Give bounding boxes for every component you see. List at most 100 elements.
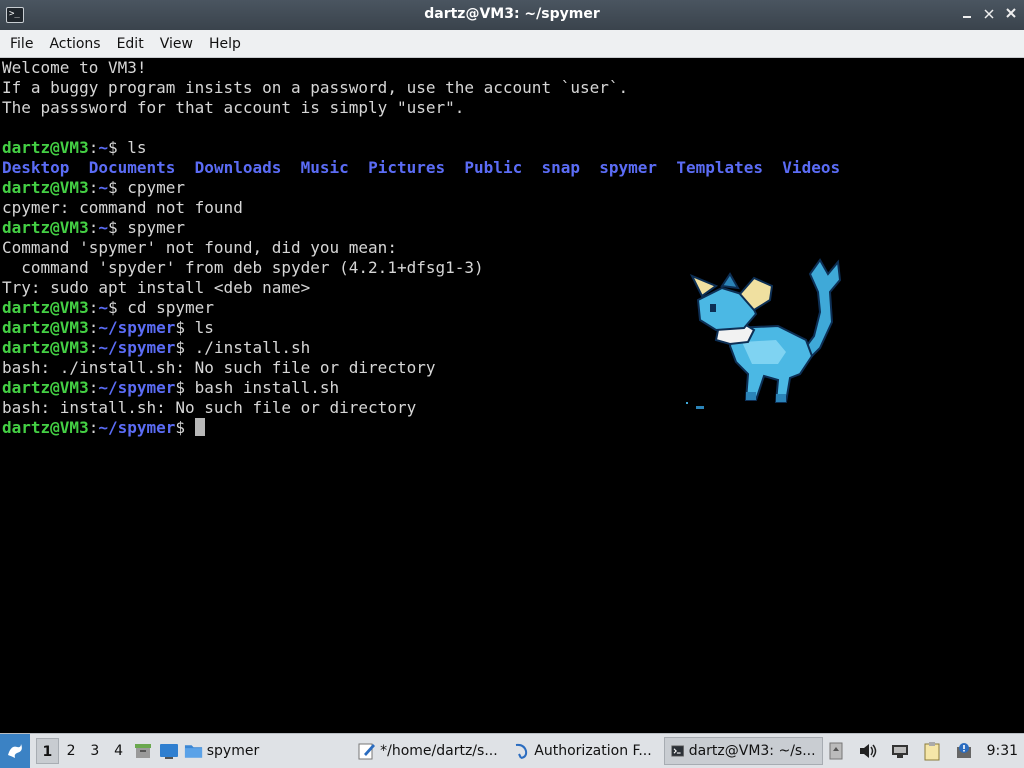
dir-entry: Videos bbox=[782, 158, 841, 177]
prompt-path: ~/spymer bbox=[98, 318, 176, 337]
taskbar: 1 2 3 4 spymer */home/dartz/s... Authori… bbox=[0, 733, 1024, 768]
prompt-path: ~ bbox=[98, 138, 108, 157]
dir-entry: Templates bbox=[676, 158, 764, 177]
desktop-icon bbox=[159, 744, 178, 759]
window-title: dartz@VM3: ~/spymer bbox=[424, 6, 600, 22]
workspace-2[interactable]: 2 bbox=[59, 738, 83, 764]
dir-entry: snap bbox=[541, 158, 580, 177]
clipboard-icon bbox=[924, 742, 940, 761]
terminal-line: If a buggy program insists on a password… bbox=[2, 78, 629, 97]
terminal-cursor bbox=[194, 418, 205, 436]
dir-entry: Music bbox=[300, 158, 349, 177]
network-icon bbox=[891, 745, 908, 758]
command-text: cd spymer bbox=[127, 298, 214, 317]
dir-entry: Desktop bbox=[2, 158, 70, 177]
terminal-icon bbox=[671, 745, 685, 757]
command-text: ls bbox=[127, 138, 147, 157]
prompt-user: dartz@VM3 bbox=[2, 218, 89, 237]
prompt-user: dartz@VM3 bbox=[2, 378, 89, 397]
menu-help[interactable]: Help bbox=[201, 36, 249, 52]
menu-edit[interactable]: Edit bbox=[109, 36, 152, 52]
prompt-line: dartz@VM3:~$ spymer bbox=[2, 218, 186, 237]
command-text: ls bbox=[194, 318, 214, 337]
workspace-1[interactable]: 1 bbox=[35, 738, 60, 764]
clipboard-button[interactable] bbox=[919, 738, 945, 764]
menu-view[interactable]: View bbox=[152, 36, 201, 52]
terminal-line: command 'spyder' from deb spyder (4.2.1+… bbox=[2, 258, 484, 277]
menu-file[interactable]: File bbox=[2, 36, 41, 52]
prompt-user: dartz@VM3 bbox=[2, 178, 89, 197]
terminal-line: Welcome to VM3! bbox=[2, 58, 147, 77]
task-terminal[interactable]: dartz@VM3: ~/s... bbox=[664, 737, 823, 765]
updates-button[interactable] bbox=[951, 738, 977, 764]
workspace-3[interactable]: 3 bbox=[83, 738, 107, 764]
desktop-launcher[interactable] bbox=[156, 738, 182, 764]
prompt-line: dartz@VM3:~/spymer$ ls bbox=[2, 318, 214, 337]
prompt-path: ~ bbox=[98, 218, 108, 237]
start-menu-icon bbox=[7, 744, 22, 758]
minimize-button[interactable] bbox=[960, 6, 974, 22]
restore-button[interactable] bbox=[982, 6, 996, 22]
menu-bar: File Actions Edit View Help bbox=[0, 30, 1024, 58]
text-editor-icon bbox=[358, 743, 376, 760]
command-text: ./install.sh bbox=[194, 338, 311, 357]
update-notification-icon bbox=[956, 743, 971, 758]
prompt-path: ~/spymer bbox=[98, 338, 176, 357]
start-menu-button[interactable] bbox=[0, 734, 30, 768]
prompt-path: ~/spymer bbox=[98, 418, 176, 437]
prompt-path: ~ bbox=[98, 178, 108, 197]
clock[interactable]: 9:31 bbox=[983, 743, 1018, 759]
folder-launcher[interactable]: spymer bbox=[182, 737, 266, 765]
terminal-line: Command 'spymer' not found, did you mean… bbox=[2, 238, 397, 257]
prompt-user: dartz@VM3 bbox=[2, 318, 89, 337]
prompt-line: dartz@VM3:~/spymer$ bbox=[2, 418, 1024, 438]
dir-entry: Downloads bbox=[194, 158, 282, 177]
terminal-line: cpymer: command not found bbox=[2, 198, 243, 217]
prompt-user: dartz@VM3 bbox=[2, 338, 89, 357]
prompt-line: dartz@VM3:~$ cpymer bbox=[2, 178, 186, 197]
command-text: spymer bbox=[127, 218, 186, 237]
prompt-line: dartz@VM3:~$ ls bbox=[2, 138, 147, 157]
sprite-creature-image bbox=[686, 258, 842, 409]
command-text: cpymer bbox=[127, 178, 186, 197]
terminal-line: Try: sudo apt install <deb name> bbox=[2, 278, 311, 297]
folder-icon bbox=[184, 745, 202, 758]
dir-entry: spymer bbox=[599, 158, 658, 177]
system-tray: 9:31 bbox=[823, 738, 1024, 764]
task-label: Authorization F... bbox=[534, 743, 652, 759]
browser-icon bbox=[516, 743, 528, 759]
prompt-user: dartz@VM3 bbox=[2, 138, 89, 157]
task-label: */home/dartz/s... bbox=[380, 743, 498, 759]
directory-listing: Desktop Documents Downloads Music Pictur… bbox=[2, 158, 1024, 178]
volume-icon bbox=[859, 744, 876, 758]
prompt-user: dartz@VM3 bbox=[2, 298, 89, 317]
workspace-4[interactable]: 4 bbox=[107, 738, 131, 764]
volume-button[interactable] bbox=[855, 738, 881, 764]
show-desktop-button[interactable] bbox=[130, 738, 156, 764]
network-button[interactable] bbox=[887, 738, 913, 764]
prompt-path: ~/spymer bbox=[98, 378, 176, 397]
terminal-output[interactable]: Welcome to VM3! If a buggy program insis… bbox=[0, 58, 1024, 734]
task-authorization[interactable]: Authorization F... bbox=[506, 737, 664, 765]
close-button[interactable] bbox=[1004, 6, 1018, 22]
eject-button[interactable] bbox=[823, 738, 849, 764]
task-label: dartz@VM3: ~/s... bbox=[688, 743, 816, 759]
prompt-path: ~ bbox=[98, 298, 108, 317]
dir-entry: Pictures bbox=[368, 158, 446, 177]
archive-icon bbox=[135, 744, 152, 758]
window-titlebar[interactable]: >_ dartz@VM3: ~/spymer bbox=[0, 0, 1024, 31]
task-text-editor[interactable]: */home/dartz/s... bbox=[352, 737, 506, 765]
eject-icon bbox=[829, 742, 843, 760]
command-text: bash install.sh bbox=[194, 378, 340, 397]
menu-actions[interactable]: Actions bbox=[41, 36, 108, 52]
prompt-user: dartz@VM3 bbox=[2, 418, 89, 437]
dir-entry: Public bbox=[464, 158, 523, 177]
terminal-line: The passsword for that account is simply… bbox=[2, 98, 465, 117]
terminal-line: bash: ./install.sh: No such file or dire… bbox=[2, 358, 436, 377]
prompt-line: dartz@VM3:~$ cd spymer bbox=[2, 298, 214, 317]
dir-entry: Documents bbox=[88, 158, 176, 177]
folder-label: spymer bbox=[206, 743, 260, 759]
terminal-line: bash: install.sh: No such file or direct… bbox=[2, 398, 417, 417]
prompt-line: dartz@VM3:~/spymer$ ./install.sh bbox=[2, 338, 311, 357]
